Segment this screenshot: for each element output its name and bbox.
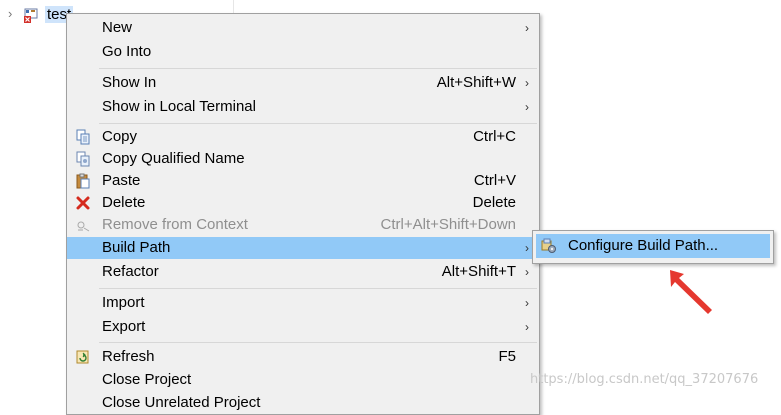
menu-item-accelerator: Ctrl+V <box>473 172 516 189</box>
menu-item-accelerator: Ctrl+Alt+Shift+Down <box>380 216 516 233</box>
menu-item-import[interactable]: Import › <box>67 292 539 314</box>
menu-item-label: Refactor <box>102 263 159 280</box>
menu-item-export[interactable]: Export › <box>67 316 539 338</box>
submenu-arrow-icon: › <box>525 76 529 90</box>
menu-item-label: Export <box>102 318 146 335</box>
submenu-arrow-icon: › <box>525 296 529 310</box>
menu-item-label: Refresh <box>102 348 155 365</box>
submenu-arrow-icon: › <box>525 21 529 35</box>
menu-item-configure-build-path[interactable]: Configure Build Path... <box>536 234 770 258</box>
menu-item-accelerator: F5 <box>498 348 516 365</box>
copy-icon <box>76 129 90 145</box>
menu-item-show-in[interactable]: Show In Alt+Shift+W › <box>67 72 539 94</box>
menu-separator <box>99 342 537 343</box>
refresh-icon <box>76 350 89 364</box>
menu-item-label: Import <box>102 294 145 311</box>
menu-item-label: Close Unrelated Project <box>102 394 261 411</box>
menu-item-refactor[interactable]: Refactor Alt+Shift+T › <box>67 261 539 283</box>
java-project-icon <box>24 8 38 23</box>
menu-item-label: Build Path <box>102 239 171 256</box>
menu-item-label: Copy Qualified Name <box>102 150 245 167</box>
menu-item-label: Remove from Context <box>102 216 248 233</box>
submenu-arrow-icon: › <box>525 241 529 255</box>
menu-item-refresh[interactable]: Refresh F5 <box>67 346 539 368</box>
configure-build-path-icon <box>541 238 556 253</box>
menu-item-label: Show In <box>102 74 157 91</box>
menu-item-label: Go Into <box>102 43 152 60</box>
menu-separator <box>99 288 537 289</box>
menu-item-accelerator: Delete <box>472 194 516 211</box>
submenu-arrow-icon: › <box>525 265 529 279</box>
menu-item-new[interactable]: New › <box>67 17 539 39</box>
menu-item-label: Close Project <box>102 371 192 388</box>
submenu-arrow-icon: › <box>525 320 529 334</box>
submenu-arrow-icon: › <box>525 100 529 114</box>
menu-separator <box>99 68 537 69</box>
menu-item-copy[interactable]: Copy Ctrl+C <box>67 126 539 148</box>
menu-item-accelerator: Alt+Shift+T <box>441 263 516 280</box>
paste-icon <box>76 173 90 189</box>
delete-icon <box>76 196 90 210</box>
build-path-submenu: Configure Build Path... <box>532 230 774 264</box>
menu-item-go-into[interactable]: Go Into <box>67 41 539 63</box>
copy-qualified-name-icon <box>76 151 90 167</box>
context-menu: New › Go Into Show In Alt+Shift+W › Show… <box>66 13 540 415</box>
menu-item-label: Show in Local Terminal <box>102 98 256 115</box>
menu-item-delete[interactable]: Delete Delete <box>67 192 539 214</box>
remove-from-context-icon <box>77 221 90 232</box>
menu-item-label: New <box>102 19 133 36</box>
chevron-right-icon[interactable]: › <box>8 6 12 21</box>
menu-item-show-in-local-terminal[interactable]: Show in Local Terminal › <box>67 96 539 118</box>
menu-item-label: Paste <box>102 172 141 189</box>
menu-item-remove-from-context: Remove from Context Ctrl+Alt+Shift+Down <box>67 214 539 236</box>
menu-item-label: Delete <box>102 194 146 211</box>
menu-item-close-project[interactable]: Close Project <box>67 369 539 391</box>
menu-item-accelerator: Ctrl+C <box>473 128 516 145</box>
menu-item-paste[interactable]: Paste Ctrl+V <box>67 170 539 192</box>
menu-item-accelerator: Alt+Shift+W <box>436 74 516 91</box>
menu-item-label: Configure Build Path... <box>568 237 719 254</box>
watermark-text: https://blog.csdn.net/qq_37207676 <box>530 372 759 387</box>
menu-item-copy-qualified-name[interactable]: Copy Qualified Name <box>67 148 539 170</box>
red-arrow-annotation <box>670 270 712 314</box>
menu-item-label: Copy <box>102 128 138 145</box>
menu-item-close-unrelated-project[interactable]: Close Unrelated Project <box>67 392 539 414</box>
menu-item-build-path[interactable]: Build Path › <box>67 237 539 259</box>
menu-separator <box>99 123 537 124</box>
